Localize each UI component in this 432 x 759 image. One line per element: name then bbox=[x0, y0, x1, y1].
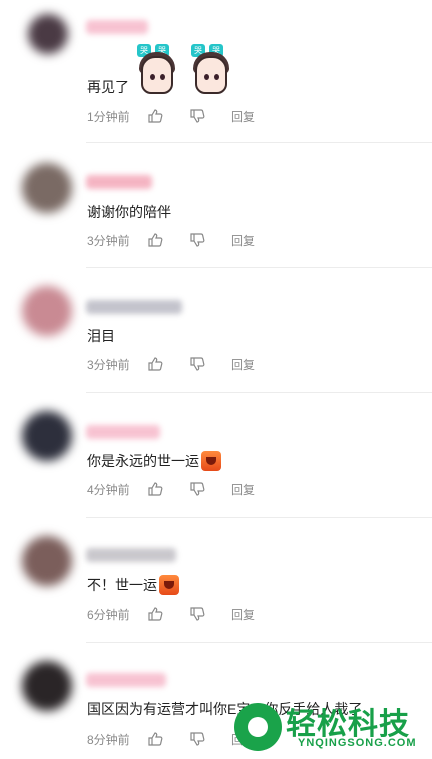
sticker-eye bbox=[150, 74, 155, 80]
comment-item: 泪目 3分钟前 回复 bbox=[0, 268, 432, 393]
comment-text-content: 泪目 bbox=[87, 328, 115, 344]
thumbs-up-icon[interactable] bbox=[147, 606, 163, 622]
comment-text-content: 你是永远的世一运 bbox=[87, 453, 199, 469]
comment-text-content: 谢谢你的陪伴 bbox=[87, 204, 171, 220]
reply-button[interactable]: 回复 bbox=[231, 606, 255, 623]
comment-meta: 3分钟前 回复 bbox=[87, 232, 255, 248]
username-blurred[interactable] bbox=[86, 300, 182, 314]
reply-button[interactable]: 回复 bbox=[231, 232, 255, 249]
comment-text: 泪目 bbox=[87, 327, 115, 345]
sticker-eye bbox=[204, 74, 209, 80]
sticker-row: 哭 哭 哭 哭 bbox=[135, 42, 243, 98]
thumbs-down-icon[interactable] bbox=[189, 108, 205, 124]
crying-girl-sticker: 哭 哭 bbox=[189, 42, 233, 98]
username-blurred[interactable] bbox=[86, 425, 160, 439]
comment-text: 再见了 bbox=[87, 78, 129, 96]
thumbs-down-icon[interactable] bbox=[189, 731, 205, 747]
comment-meta: 8分钟前 回复 bbox=[87, 731, 255, 747]
watermark-logo-icon bbox=[234, 703, 282, 751]
avatar[interactable] bbox=[22, 536, 72, 586]
comment-time: 3分钟前 bbox=[87, 233, 130, 248]
comment-item: 你是永远的世一运 4分钟前 回复 bbox=[0, 393, 432, 518]
crying-face-icon bbox=[201, 451, 221, 471]
avatar[interactable] bbox=[22, 163, 72, 213]
username-blurred[interactable] bbox=[86, 673, 166, 687]
username-blurred[interactable] bbox=[86, 175, 152, 189]
username-blurred[interactable] bbox=[86, 548, 176, 562]
thumbs-up-icon[interactable] bbox=[147, 232, 163, 248]
comment-time: 8分钟前 bbox=[87, 732, 130, 747]
comment-text-content: 再见了 bbox=[87, 79, 129, 95]
sticker-eye bbox=[214, 74, 219, 80]
comment-item: 不！世一运 6分钟前 回复 bbox=[0, 518, 432, 643]
site-watermark: 轻松科技 YNQINGSONG.COM bbox=[234, 697, 432, 759]
avatar[interactable] bbox=[22, 661, 72, 711]
thumbs-up-icon[interactable] bbox=[147, 481, 163, 497]
avatar[interactable] bbox=[22, 411, 72, 461]
thumbs-down-icon[interactable] bbox=[189, 356, 205, 372]
comment-item: 谢谢你的陪伴 3分钟前 回复 bbox=[0, 143, 432, 268]
sticker-eye bbox=[160, 74, 165, 80]
comment-text: 谢谢你的陪伴 bbox=[87, 203, 171, 221]
comment-text: 你是永远的世一运 bbox=[87, 451, 221, 471]
comment-time: 1分钟前 bbox=[87, 109, 130, 124]
comment-item: 哭 哭 哭 哭 再见了 1分钟前 回复 bbox=[0, 0, 432, 143]
thumbs-up-icon[interactable] bbox=[147, 108, 163, 124]
thumbs-down-icon[interactable] bbox=[189, 481, 205, 497]
reply-button[interactable]: 回复 bbox=[231, 108, 255, 125]
watermark-subtitle: YNQINGSONG.COM bbox=[298, 737, 417, 749]
comment-meta: 3分钟前 回复 bbox=[87, 356, 255, 372]
comment-time: 3分钟前 bbox=[87, 357, 130, 372]
thumbs-down-icon[interactable] bbox=[189, 232, 205, 248]
thumbs-up-icon[interactable] bbox=[147, 731, 163, 747]
avatar[interactable] bbox=[22, 286, 72, 336]
comment-time: 6分钟前 bbox=[87, 607, 130, 622]
thumbs-up-icon[interactable] bbox=[147, 356, 163, 372]
comment-meta: 4分钟前 回复 bbox=[87, 481, 255, 497]
crying-girl-sticker: 哭 哭 bbox=[135, 42, 179, 98]
comment-meta: 6分钟前 回复 bbox=[87, 606, 255, 622]
username-blurred[interactable] bbox=[86, 20, 148, 34]
thumbs-down-icon[interactable] bbox=[189, 606, 205, 622]
crying-face-icon bbox=[159, 575, 179, 595]
avatar[interactable] bbox=[28, 14, 68, 54]
reply-button[interactable]: 回复 bbox=[231, 481, 255, 498]
comment-text: 不！世一运 bbox=[87, 575, 179, 595]
comment-meta: 1分钟前 回复 bbox=[87, 108, 255, 124]
sticker-face bbox=[141, 56, 173, 94]
sticker-face bbox=[195, 56, 227, 94]
comment-time: 4分钟前 bbox=[87, 482, 130, 497]
comment-text-content: 不！世一运 bbox=[87, 577, 157, 593]
reply-button[interactable]: 回复 bbox=[231, 356, 255, 373]
